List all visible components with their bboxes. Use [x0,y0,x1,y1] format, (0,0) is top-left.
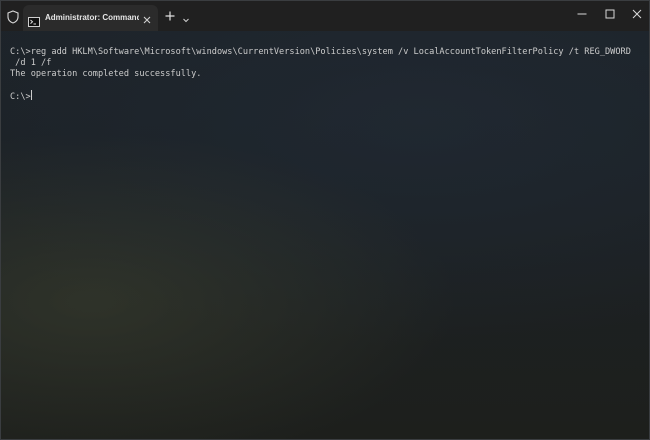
chevron-down-icon[interactable] [181,10,191,23]
shield-icon [7,9,19,24]
command-line: C:\>reg add HKLM\Software\Microsoft\wind… [10,47,631,57]
close-icon[interactable] [141,11,153,24]
cmd-icon [28,12,40,27]
tab-title: Administrator: Command Prompt [45,13,139,22]
prompt-text: C:\> [10,92,31,102]
maximize-icon [605,9,615,19]
command-line-wrap: /d 1 /f [10,58,52,68]
maximize-button[interactable] [595,1,625,27]
minimize-button[interactable] [567,1,597,27]
title-bar[interactable]: Administrator: Command Prompt [1,1,649,31]
terminal-output[interactable]: C:\>reg add HKLM\Software\Microsoft\wind… [1,31,649,439]
terminal-window: Administrator: Command Prompt [0,0,650,440]
minimize-icon [577,13,587,15]
tab-command-prompt[interactable]: Administrator: Command Prompt [23,5,158,31]
close-button[interactable] [622,1,649,27]
text-cursor [30,90,32,100]
plus-icon[interactable] [163,8,177,22]
prompt-line[interactable]: C:\> [10,90,32,103]
command-output: The operation completed successfully. [10,69,202,79]
close-icon [632,9,642,19]
